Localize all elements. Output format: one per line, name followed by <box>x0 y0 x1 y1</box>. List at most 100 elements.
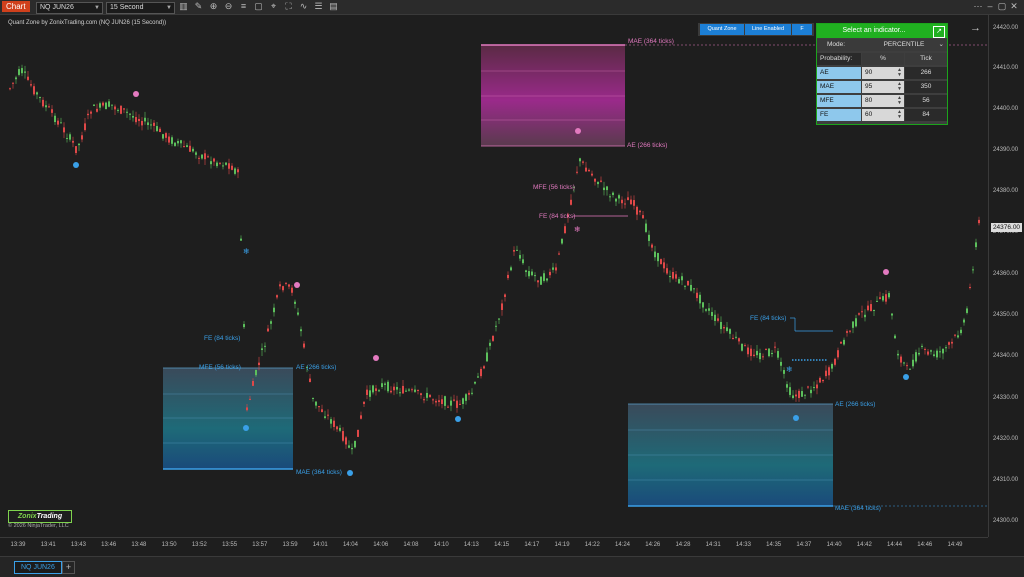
candle-body <box>507 274 509 279</box>
external-link-icon[interactable]: ↗ <box>933 26 945 38</box>
svg-text:❄: ❄ <box>786 365 793 374</box>
candle-body <box>660 259 662 265</box>
add-tab-button[interactable]: + <box>62 561 75 574</box>
candle-body <box>972 269 974 271</box>
candle-body <box>264 345 266 347</box>
candle-body <box>627 197 629 201</box>
zoom-in-icon[interactable]: ⊕ <box>208 1 219 12</box>
draw-icon[interactable]: ✎ <box>193 1 204 12</box>
candle-body <box>330 419 332 424</box>
candle-body <box>339 427 341 431</box>
svg-text:❄: ❄ <box>243 247 250 256</box>
chart-menu-button[interactable]: Chart <box>2 1 30 12</box>
candle-body <box>180 140 182 144</box>
candle-body <box>819 377 821 383</box>
line-enabled-button[interactable]: Line Enabled <box>745 24 791 35</box>
candle-body <box>294 301 296 304</box>
time-label: 14:04 <box>342 542 358 548</box>
maximize-icon[interactable]: ▢ <box>996 0 1008 13</box>
text-icon[interactable]: ≡ <box>238 1 249 12</box>
candle-body <box>588 169 590 172</box>
candle-body <box>243 324 245 328</box>
candle-body <box>732 337 734 340</box>
mode-select[interactable]: PERCENTILE ⌄ <box>861 39 947 51</box>
data-icon[interactable]: ▤ <box>328 1 339 12</box>
row-pct-fe[interactable]: 60 ▲ ▼ <box>862 109 904 121</box>
candle-body <box>831 364 833 369</box>
candle-body <box>882 296 884 301</box>
price-axis[interactable]: 24420.00 24410.00 24400.00 24390.00 2438… <box>988 15 1024 537</box>
zoom-out-icon[interactable]: ⊖ <box>223 1 234 12</box>
candle-body <box>534 275 536 277</box>
candle-body <box>519 255 521 259</box>
row-pct-mae[interactable]: 95 ▲ ▼ <box>862 81 904 93</box>
candle-body <box>213 158 215 162</box>
row-pct-mfe[interactable]: 80 ▲ ▼ <box>862 95 904 107</box>
candle-body <box>591 173 593 176</box>
candle-body <box>414 389 416 392</box>
spinner-icon[interactable]: ▲ ▼ <box>897 110 902 120</box>
mode-value: PERCENTILE <box>883 41 925 48</box>
candle-body <box>381 383 383 387</box>
candle-body <box>594 178 596 182</box>
candle-body <box>273 307 275 313</box>
more-icon[interactable]: ⋯ <box>972 0 984 13</box>
candle-body <box>549 271 551 276</box>
candle-body <box>231 165 233 170</box>
candle-body <box>816 384 818 389</box>
candle-body <box>957 335 959 338</box>
instrument-select[interactable]: NQ JUN26 ▼ <box>36 2 103 14</box>
candle-body <box>633 200 635 206</box>
spinner-icon[interactable]: ▲ ▼ <box>897 82 902 92</box>
time-axis[interactable]: 13:39 13:41 13:43 13:46 13:48 13:50 13:52 13:55… <box>0 537 988 556</box>
crosshair-icon[interactable]: ⌖ <box>268 1 279 12</box>
indicator-select[interactable]: Select an indicator... ↗ <box>817 24 947 38</box>
candle-body <box>360 415 362 419</box>
spinner-icon[interactable]: ▲ ▼ <box>897 96 902 106</box>
candle-body <box>129 113 131 115</box>
time-label: 14:42 <box>856 542 872 548</box>
time-label: 14:17 <box>524 542 540 548</box>
f-button[interactable]: F <box>792 24 812 35</box>
candle-body <box>465 394 467 401</box>
chevron-down-icon: ▼ <box>94 5 100 11</box>
candle-body <box>915 352 917 362</box>
candle-body <box>474 381 476 384</box>
candle-body <box>825 370 827 377</box>
minimize-icon[interactable]: – <box>984 0 996 13</box>
candle-body <box>717 318 719 321</box>
candle-body <box>96 108 98 112</box>
interval-select[interactable]: 15 Second ▼ <box>106 2 175 14</box>
candle-body <box>18 69 20 75</box>
candle-body <box>258 362 260 366</box>
candle-body <box>864 314 866 318</box>
time-label: 14:15 <box>494 542 510 548</box>
time-label: 14:22 <box>584 542 600 548</box>
candle-body <box>165 133 167 138</box>
indicators-icon[interactable]: ∿ <box>298 1 309 12</box>
screenshot-icon[interactable]: ▢ <box>253 1 264 12</box>
row-pct-ae[interactable]: 90 ▲ ▼ <box>862 67 904 79</box>
candle-body <box>771 352 773 355</box>
candle-body <box>207 156 209 158</box>
time-label: 14:31 <box>705 542 721 548</box>
candle-body <box>564 226 566 234</box>
arrow-right-icon[interactable]: → <box>970 22 981 34</box>
spinner-icon[interactable]: ▲ ▼ <box>897 68 902 78</box>
candle-body <box>759 352 761 360</box>
chevron-down-icon: ▼ <box>166 5 172 11</box>
properties-icon[interactable]: ☰ <box>313 1 324 12</box>
candle-body <box>99 103 101 108</box>
candle-body <box>921 345 923 347</box>
quant-zone-button[interactable]: Quant Zone <box>700 24 744 35</box>
tab-nq-jun26[interactable]: NQ JUN26 <box>14 561 62 574</box>
close-icon[interactable]: ✕ <box>1008 0 1020 13</box>
candle-body <box>516 249 518 251</box>
candle-body <box>975 242 977 248</box>
time-label: 14:37 <box>796 542 812 548</box>
bar-style-icon[interactable]: ▥ <box>178 1 189 12</box>
candle-body <box>648 234 650 241</box>
candle-body <box>384 383 386 385</box>
candle-body <box>768 348 770 357</box>
strategies-icon[interactable]: ⛶ <box>283 1 294 12</box>
